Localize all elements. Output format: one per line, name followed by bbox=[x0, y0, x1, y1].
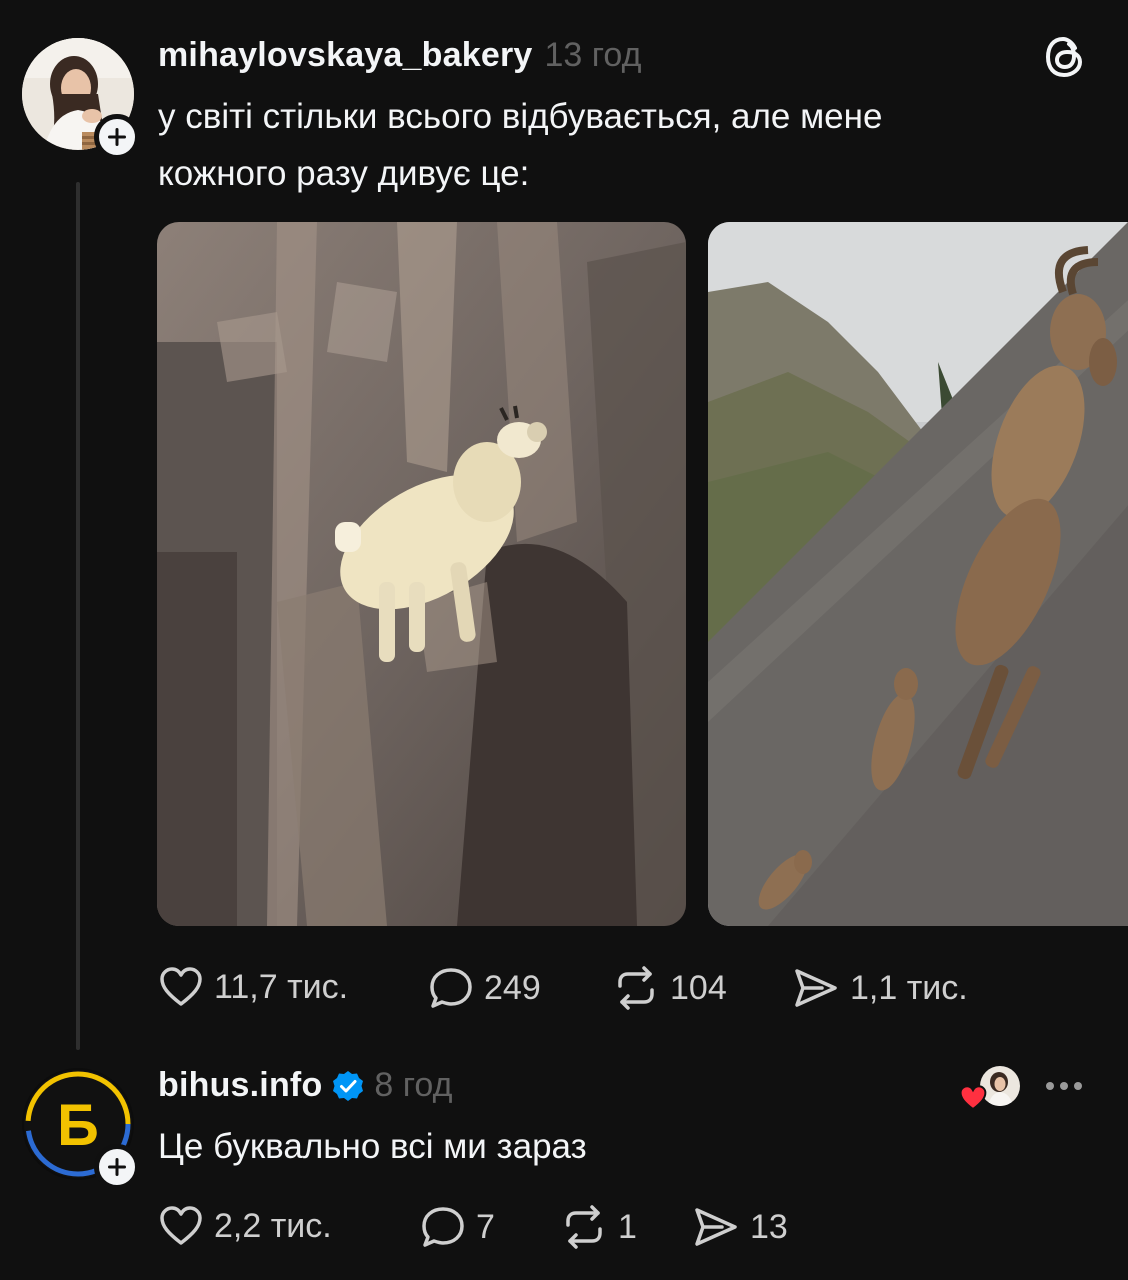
reply-repost-count: 1 bbox=[618, 1207, 637, 1246]
ibex-on-dam-photo bbox=[708, 222, 1128, 926]
comment-bubble-icon bbox=[430, 968, 472, 1008]
repost-button[interactable]: 104 bbox=[612, 966, 727, 1010]
threads-logo-icon[interactable] bbox=[1042, 34, 1088, 80]
liked-by-author-indicator bbox=[958, 1064, 1022, 1111]
reply-repost-button[interactable]: 1 bbox=[560, 1205, 637, 1249]
reply-reply-count: 7 bbox=[476, 1207, 495, 1246]
reply-share-button[interactable]: 13 bbox=[692, 1205, 788, 1249]
send-icon bbox=[695, 1208, 737, 1246]
follow-button-reply[interactable] bbox=[94, 1144, 140, 1190]
post-timestamp: 13 год bbox=[544, 36, 642, 74]
reply-username[interactable]: bihus.info bbox=[158, 1066, 322, 1105]
heart-icon bbox=[160, 967, 202, 1006]
reply-like-button[interactable]: 2,2 тис. bbox=[158, 1205, 332, 1247]
more-dots-icon bbox=[1046, 1082, 1082, 1090]
more-options-button[interactable] bbox=[1042, 1074, 1086, 1098]
repost-count: 104 bbox=[670, 968, 727, 1007]
heart-with-author-avatar-icon bbox=[959, 1085, 987, 1111]
bihus-avatar-letter: Б bbox=[57, 1093, 99, 1158]
reply-share-count: 13 bbox=[750, 1207, 788, 1246]
reply-text: Це буквально всі ми зараз bbox=[158, 1127, 587, 1166]
reply-count: 249 bbox=[484, 968, 541, 1007]
like-count: 11,7 тис. bbox=[214, 967, 349, 1006]
repost-icon bbox=[566, 1205, 602, 1249]
share-count: 1,1 тис. bbox=[850, 968, 968, 1007]
thread-connector-line bbox=[76, 182, 80, 1050]
post-image-2[interactable] bbox=[708, 222, 1128, 926]
reply-reply-button[interactable]: 7 bbox=[420, 1205, 495, 1249]
plus-icon bbox=[108, 1158, 126, 1176]
like-button[interactable]: 11,7 тис. bbox=[158, 966, 348, 1008]
plus-icon bbox=[108, 128, 126, 146]
post-text-line-2: кожного разу дивує це: bbox=[158, 154, 530, 193]
heart-icon bbox=[160, 1206, 202, 1245]
reply-like-count: 2,2 тис. bbox=[214, 1206, 332, 1245]
follow-button[interactable] bbox=[94, 114, 140, 160]
post-text-line-1: у світі стільки всього відбувається, але… bbox=[158, 97, 883, 136]
post-image-1[interactable] bbox=[157, 222, 686, 926]
share-button[interactable]: 1,1 тис. bbox=[792, 966, 968, 1010]
reply-timestamp: 8 год bbox=[374, 1066, 453, 1104]
repost-icon bbox=[618, 966, 654, 1010]
comment-bubble-icon bbox=[422, 1207, 464, 1247]
send-icon bbox=[795, 969, 837, 1007]
post-username[interactable]: mihaylovskaya_bakery bbox=[158, 36, 532, 75]
verified-badge-icon bbox=[333, 1070, 364, 1101]
mountain-goat-photo bbox=[157, 222, 686, 926]
reply-button[interactable]: 249 bbox=[428, 966, 541, 1010]
